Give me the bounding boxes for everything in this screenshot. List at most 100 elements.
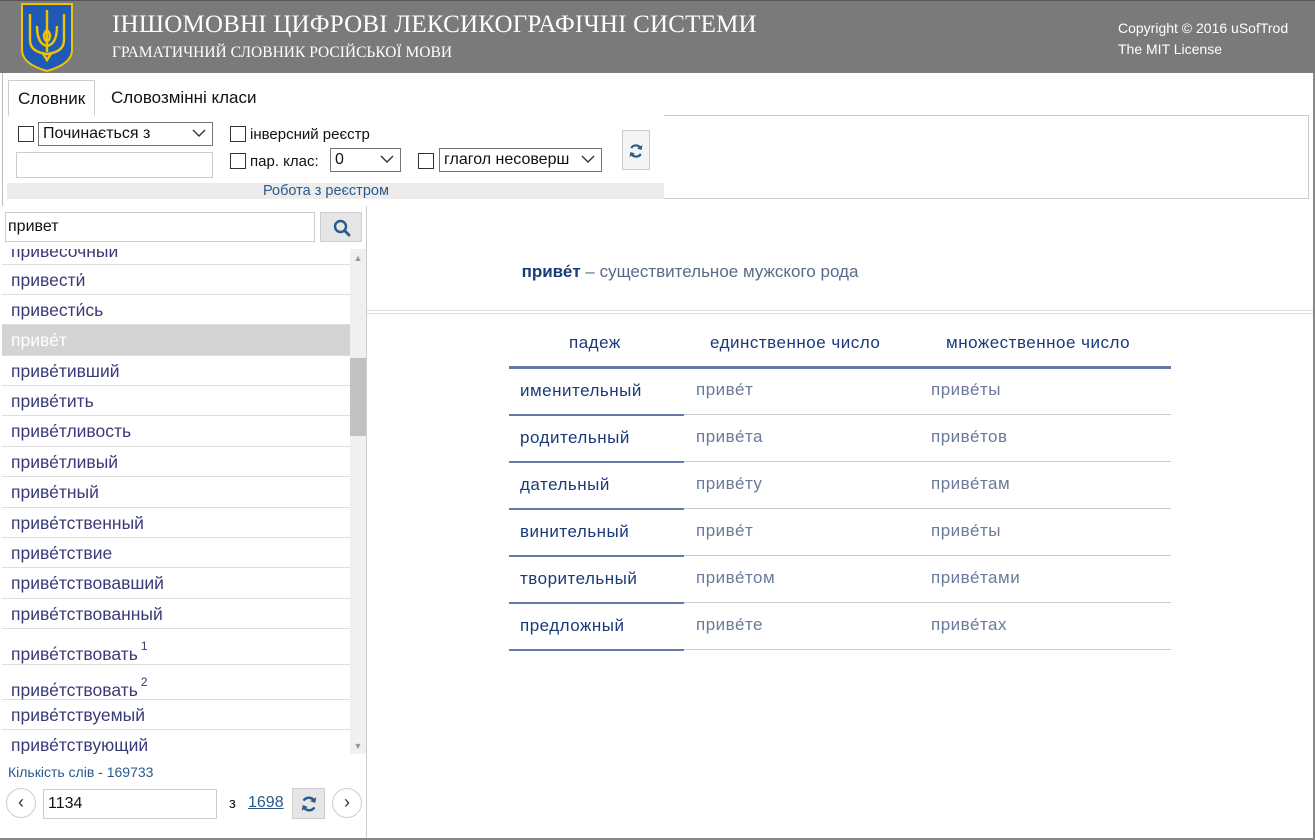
case-name: именительный — [520, 381, 642, 400]
word-list-item[interactable]: приве́тствующий — [2, 730, 350, 754]
word-list-item[interactable]: приве́тствованный — [2, 599, 350, 629]
word-list-item-text: приве́т — [11, 330, 67, 350]
par-class-value: 0 — [335, 151, 344, 168]
divider — [367, 310, 1313, 311]
singular-form: приве́та — [696, 427, 764, 446]
refresh-icon — [629, 144, 643, 158]
word-list-item[interactable]: приве́т — [2, 325, 350, 356]
word-list-item-text: приве́тствуемый — [11, 705, 145, 725]
entry-word: приве́т — [521, 262, 581, 281]
word-list-item[interactable]: приве́тствие — [2, 538, 350, 568]
match-mode-checkbox[interactable] — [18, 126, 34, 142]
app-title: ІНШОМОВНІ ЦИФРОВІ ЛЕКСИКОГРАФІЧНІ СИСТЕМ… — [112, 11, 757, 38]
of-label: з — [229, 795, 236, 812]
search-icon — [333, 219, 351, 237]
word-list-item-text: приве́тствие — [11, 543, 113, 563]
prev-page-button[interactable]: ‹ — [6, 788, 36, 818]
part-of-speech-checkbox[interactable] — [418, 153, 434, 169]
plural-form: приве́тах — [931, 615, 1008, 634]
match-mode-value: Починається з — [43, 125, 151, 142]
word-list-item[interactable]: приве́тствовать 1 — [2, 629, 350, 665]
next-page-button[interactable]: › — [332, 788, 362, 818]
word-list-item[interactable]: приве́тливый — [2, 447, 350, 477]
word-list-item-text: приве́тный — [11, 482, 99, 502]
entry-dash: – — [580, 262, 600, 281]
word-list: привесочный привести́ привести́сь приве́т пр… — [2, 249, 350, 754]
pager-refresh-button[interactable] — [292, 788, 325, 819]
page-number-input[interactable]: 1134 — [43, 789, 217, 819]
word-list-item-text: приве́тствовавший — [11, 573, 164, 593]
word-list-item[interactable]: привесочный — [2, 249, 350, 265]
word-list-scrollbar[interactable] — [350, 249, 366, 754]
trident-emblem-icon — [21, 3, 73, 72]
par-class-select[interactable]: 0 — [330, 148, 401, 172]
homonym-index: 2 — [140, 675, 148, 689]
inverse-registry-label: інверсний реєстр — [250, 126, 370, 143]
copyright-text: Copyright © 2016 uSofTrod — [1118, 20, 1289, 36]
total-pages-link[interactable]: 1698 — [248, 794, 284, 812]
word-list-item-text: приве́тствовать — [11, 643, 138, 664]
search-button[interactable] — [320, 212, 362, 242]
part-of-speech-select[interactable]: глагол несоверш — [439, 148, 602, 172]
word-list-item[interactable]: приве́тивший — [2, 356, 350, 386]
inverse-registry-checkbox[interactable] — [230, 126, 246, 142]
singular-form: приве́те — [696, 615, 764, 634]
copyright-block: Copyright © 2016 uSofTrod The MIT Licens… — [1118, 18, 1288, 60]
word-list-item[interactable]: приве́тный — [2, 477, 350, 508]
word-list-item[interactable]: приве́тствовать 2 — [2, 665, 350, 700]
scroll-down-arrow[interactable]: ▼ — [350, 738, 366, 754]
plural-form: приве́тами — [931, 568, 1021, 587]
filter-text-input[interactable] — [16, 152, 213, 178]
scrollbar-thumb[interactable] — [350, 358, 366, 436]
license-text: The MIT License — [1118, 41, 1223, 57]
part-of-speech-value: глагол несоверш — [444, 151, 570, 168]
word-list-item-text: привести́ — [11, 270, 86, 290]
word-list-item[interactable]: приве́тствуемый — [2, 700, 350, 730]
word-list-item[interactable]: приве́тствовавший — [2, 568, 350, 599]
word-list-item[interactable]: привести́ — [2, 265, 350, 295]
par-class-checkbox[interactable] — [230, 153, 246, 169]
chevron-down-icon — [581, 155, 595, 163]
singular-form: приве́ту — [696, 474, 763, 493]
search-input[interactable]: привет — [5, 212, 315, 242]
entry-heading: приве́т – существительное мужского рода — [367, 262, 1013, 282]
word-list-item[interactable]: приве́тливость — [2, 416, 350, 447]
plural-form: приве́там — [931, 474, 1011, 493]
case-name: винительный — [520, 522, 630, 541]
row-divider — [684, 414, 1171, 415]
case-name: дательный — [520, 475, 610, 494]
row-divider — [684, 461, 1171, 462]
singular-form: приве́т — [696, 380, 754, 399]
case-name: родительный — [520, 428, 630, 447]
case-underline — [509, 649, 684, 651]
word-list-item-text: привесочный — [11, 249, 119, 261]
singular-form: приве́том — [696, 568, 776, 587]
tab-inflection-classes[interactable]: Словозмінні класи — [102, 80, 265, 116]
chevron-down-icon — [192, 129, 206, 137]
tab-dictionary[interactable]: Словник — [8, 80, 96, 116]
header-singular: единственное число — [710, 333, 881, 352]
registry-group-caption: Робота з реєстром — [263, 183, 389, 199]
divider — [367, 313, 1313, 314]
word-list-item-text: приве́тственный — [11, 513, 144, 533]
row-divider — [684, 508, 1171, 509]
word-list-item[interactable]: приве́тить — [2, 386, 350, 416]
word-count: Кількість слів - 169733 — [8, 764, 154, 780]
entry-description: существительное мужского рода — [599, 262, 859, 281]
left-panel-border — [366, 206, 367, 840]
match-mode-select[interactable]: Починається з — [38, 122, 213, 146]
word-list-item-text: приве́тствовать — [11, 679, 138, 700]
app-subtitle: ГРАМАТИЧНИЙ СЛОВНИК РОСІЙСЬКОЇ МОВИ — [112, 44, 453, 61]
toolbar-refresh-button[interactable] — [622, 130, 650, 170]
word-list-item-text: приве́тствующий — [11, 735, 149, 754]
case-name: творительный — [520, 569, 638, 588]
scroll-up-arrow[interactable]: ▲ — [350, 250, 366, 266]
case-name: предложный — [520, 616, 625, 635]
word-list-item[interactable]: привести́сь — [2, 295, 350, 325]
plural-form: приве́ты — [931, 521, 1001, 540]
row-divider — [684, 649, 1171, 650]
word-list-item-text: приве́тивший — [11, 361, 120, 381]
plural-form: приве́ты — [931, 380, 1001, 399]
row-divider — [684, 555, 1171, 556]
word-list-item[interactable]: приве́тственный — [2, 508, 350, 538]
